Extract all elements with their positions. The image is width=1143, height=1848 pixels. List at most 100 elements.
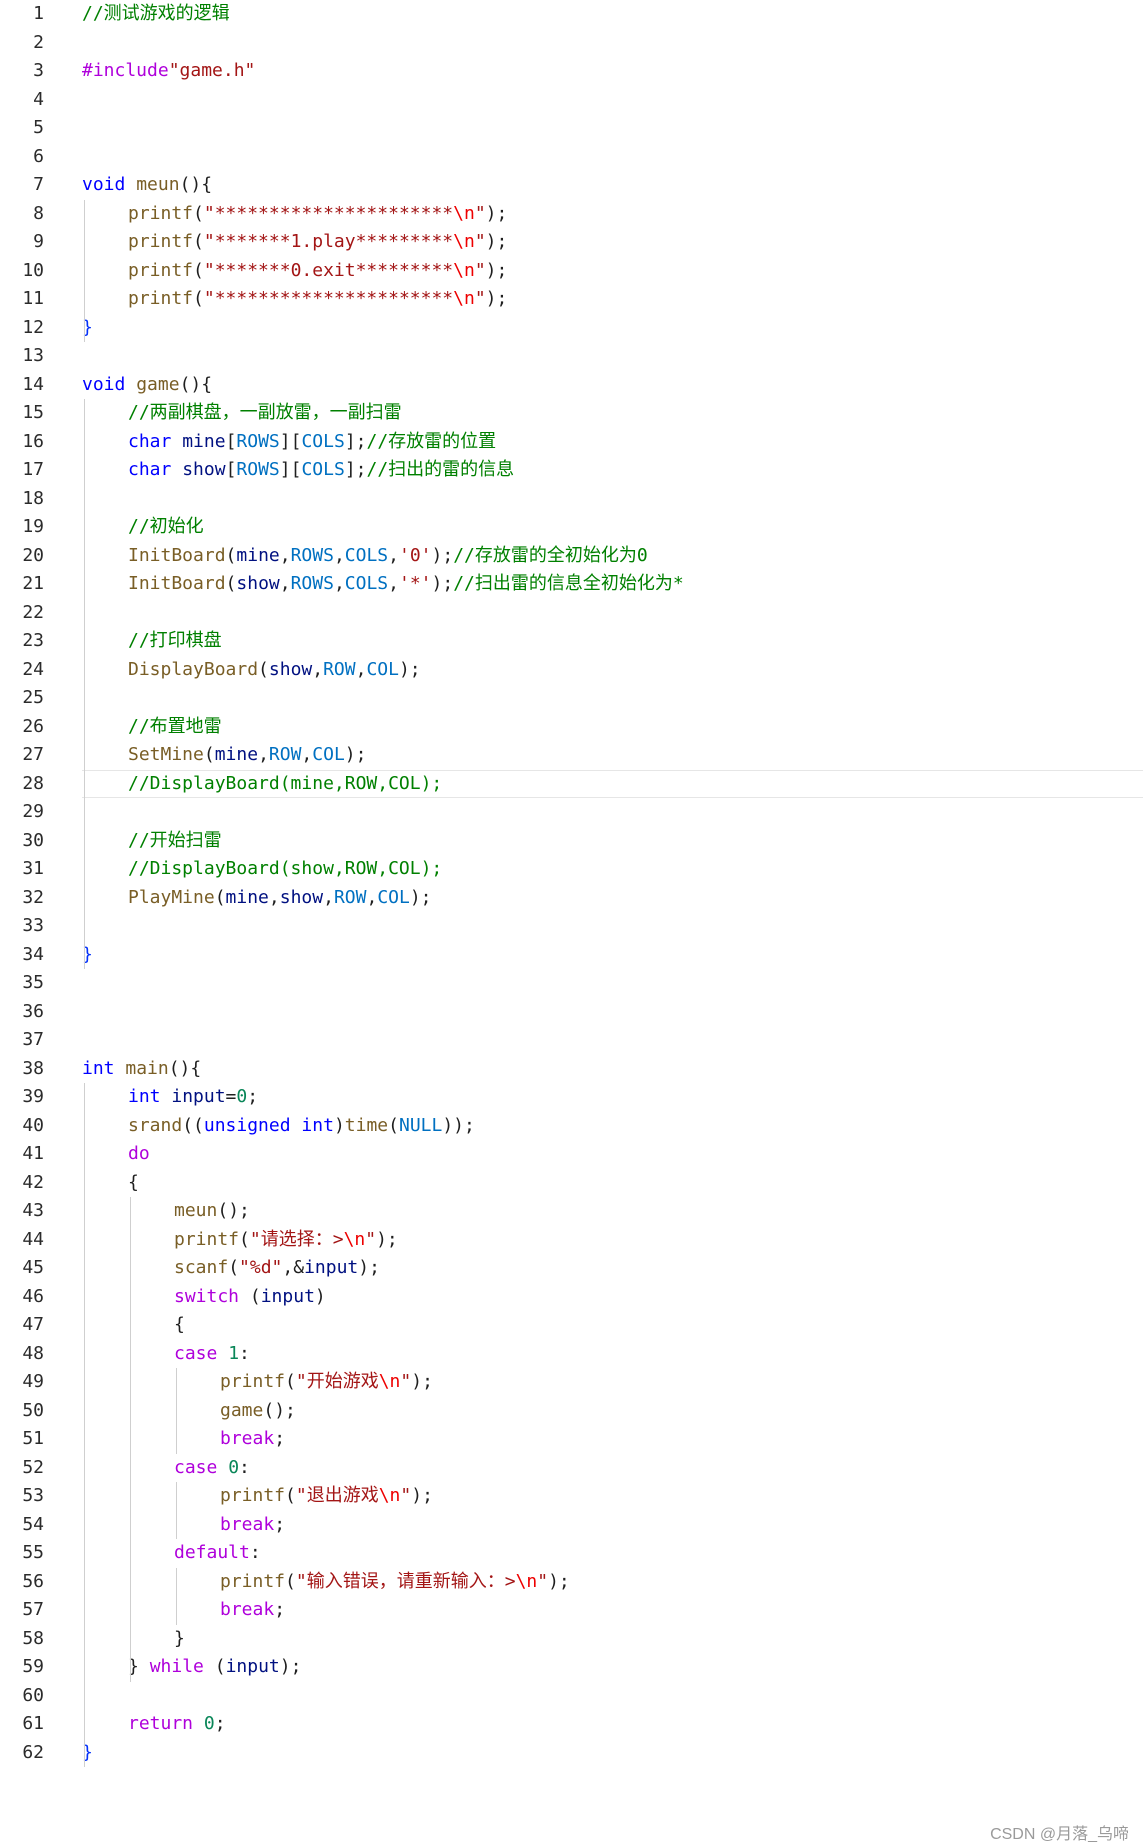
code-line[interactable]: 45 scanf("%d",&input); bbox=[0, 1254, 1143, 1282]
code-token: " bbox=[474, 259, 486, 281]
code-line[interactable]: 6 bbox=[0, 143, 1143, 171]
code-text: case 1: bbox=[174, 1340, 250, 1368]
code-line[interactable]: 10 printf("*******0.exit*********\n"); bbox=[0, 257, 1143, 285]
code-line[interactable]: 17 char show[ROWS][COLS];//扫出的雷的信息 bbox=[0, 456, 1143, 484]
code-line[interactable]: 60 bbox=[0, 1682, 1143, 1710]
code-line[interactable]: 24 DisplayBoard(show,ROW,COL); bbox=[0, 656, 1143, 684]
code-line[interactable]: 55 default: bbox=[0, 1539, 1143, 1567]
code-line[interactable]: 47 { bbox=[0, 1311, 1143, 1339]
code-line[interactable]: 32 PlayMine(mine,show,ROW,COL); bbox=[0, 884, 1143, 912]
code-line[interactable]: 48 case 1: bbox=[0, 1340, 1143, 1368]
code-line[interactable]: 50 game(); bbox=[0, 1397, 1143, 1425]
code-line[interactable]: 58} bbox=[0, 1625, 1143, 1653]
code-text: //布置地雷 bbox=[128, 713, 222, 741]
code-editor[interactable]: 1//测试游戏的逻辑 2 3 #include"game.h" 4 5 6 7 void meu… bbox=[0, 0, 1143, 1848]
code-token: //测试游戏的逻辑 bbox=[82, 3, 230, 24]
code-line[interactable]: 26 //布置地雷 bbox=[0, 713, 1143, 741]
code-line[interactable]: 37 bbox=[0, 1026, 1143, 1054]
code-token: COL bbox=[312, 744, 345, 765]
code-line[interactable]: 15 //两副棋盘，一副放雷，一副扫雷 bbox=[0, 399, 1143, 427]
code-line[interactable]: 18 bbox=[0, 485, 1143, 513]
code-token: " bbox=[400, 1485, 412, 1506]
code-token: meun bbox=[174, 1200, 218, 1221]
code-token: ( bbox=[228, 1257, 240, 1278]
code-line[interactable]: 56 printf("输入错误，请重新输入：>\n"); bbox=[0, 1568, 1143, 1596]
code-line[interactable]: 46 switch (input) bbox=[0, 1283, 1143, 1311]
code-line[interactable]: 39 int input=0; bbox=[0, 1083, 1143, 1111]
code-line[interactable]: 57 break; bbox=[0, 1596, 1143, 1624]
line-number: 8 bbox=[33, 202, 44, 224]
code-line[interactable]: 22 bbox=[0, 599, 1143, 627]
code-line[interactable]: 14 void game(){ bbox=[0, 371, 1143, 399]
code-line[interactable]: 2 bbox=[0, 29, 1143, 57]
code-line[interactable]: 28 //DisplayBoard(mine,ROW,COL); bbox=[0, 769, 1143, 798]
code-token: COLS bbox=[344, 573, 389, 594]
code-line[interactable]: 12} bbox=[0, 314, 1143, 342]
indent-guide bbox=[84, 1083, 85, 1767]
code-line[interactable]: 25 bbox=[0, 684, 1143, 712]
code-line[interactable]: 52 case 0: bbox=[0, 1454, 1143, 1482]
code-token: //打印棋盘 bbox=[128, 630, 222, 651]
code-line[interactable]: 9 printf("*******1.play*********\n"); bbox=[0, 228, 1143, 256]
code-line[interactable]: 29 bbox=[0, 798, 1143, 826]
code-line[interactable]: 13 bbox=[0, 342, 1143, 370]
code-token: ); bbox=[431, 544, 454, 566]
code-line[interactable]: 54 break; bbox=[0, 1511, 1143, 1539]
line-number: 23 bbox=[22, 630, 44, 651]
code-line[interactable]: 40 srand((unsigned int)time(NULL)); bbox=[0, 1112, 1143, 1140]
code-token: ; bbox=[274, 1599, 286, 1620]
code-token: ROWS bbox=[290, 573, 334, 594]
code-line[interactable]: 49 printf("开始游戏\n"); bbox=[0, 1368, 1143, 1396]
code-line[interactable]: 31 //DisplayBoard(show,ROW,COL); bbox=[0, 855, 1143, 883]
code-line[interactable]: 27 SetMine(mine,ROW,COL); bbox=[0, 741, 1143, 769]
code-line[interactable]: 53 printf("退出游戏\n"); bbox=[0, 1482, 1143, 1510]
code-line[interactable]: 62} bbox=[0, 1739, 1143, 1767]
code-token: \n bbox=[453, 231, 475, 252]
code-line[interactable]: 7 void meun(){ bbox=[0, 171, 1143, 199]
code-token: NULL bbox=[398, 1114, 443, 1136]
code-line[interactable]: 3 #include"game.h" bbox=[0, 57, 1143, 85]
line-number: 42 bbox=[22, 1171, 44, 1193]
code-token: "*******1.play********* bbox=[203, 231, 454, 252]
code-line[interactable]: 61 return 0; bbox=[0, 1710, 1143, 1738]
code-line[interactable]: 59} while (input); bbox=[0, 1653, 1143, 1681]
code-token: switch bbox=[174, 1285, 240, 1307]
code-token: ROWS bbox=[236, 430, 280, 452]
code-line[interactable]: 51 break; bbox=[0, 1425, 1143, 1453]
code-token: " bbox=[400, 1371, 412, 1392]
code-line[interactable]: 44 printf("请选择：>\n"); bbox=[0, 1226, 1143, 1254]
code-line[interactable]: 23 //打印棋盘 bbox=[0, 627, 1143, 655]
code-token: , bbox=[388, 544, 399, 566]
code-line[interactable]: 30 //开始扫雷 bbox=[0, 827, 1143, 855]
code-line[interactable]: 4 bbox=[0, 86, 1143, 114]
code-line[interactable]: 16 char mine[ROWS][COLS];//存放雷的位置 bbox=[0, 428, 1143, 456]
code-token: \n bbox=[343, 1228, 366, 1250]
code-token: //DisplayBoard(mine,ROW,COL); bbox=[128, 772, 443, 794]
code-token: ); bbox=[409, 886, 432, 908]
code-line[interactable]: 33 bbox=[0, 912, 1143, 940]
code-line[interactable]: 5 bbox=[0, 114, 1143, 142]
code-line[interactable]: 38 int main(){ bbox=[0, 1055, 1143, 1083]
code-text: { bbox=[174, 1311, 185, 1339]
code-token: ; bbox=[274, 1428, 286, 1449]
code-token: main bbox=[125, 1057, 169, 1079]
code-line[interactable]: 19 //初始化 bbox=[0, 513, 1143, 541]
code-line[interactable]: 11 printf("**********************\n"); bbox=[0, 285, 1143, 313]
code-line[interactable]: 35 bbox=[0, 969, 1143, 997]
code-line[interactable]: 8 printf("**********************\n"); bbox=[0, 200, 1143, 228]
code-line[interactable]: 43 meun(); bbox=[0, 1197, 1143, 1225]
code-line[interactable]: 20 InitBoard(mine,ROWS,COLS,'0');//存放雷的全初… bbox=[0, 542, 1143, 570]
code-token: )); bbox=[442, 1114, 475, 1136]
code-line[interactable]: 34} bbox=[0, 941, 1143, 969]
code-line[interactable]: 36 bbox=[0, 998, 1143, 1026]
code-token: ( bbox=[285, 1485, 296, 1506]
code-token: //DisplayBoard(show,ROW,COL); bbox=[128, 858, 443, 879]
code-line[interactable]: 42 { bbox=[0, 1169, 1143, 1197]
code-token: ); bbox=[398, 658, 421, 680]
line-number: 2 bbox=[33, 31, 44, 53]
code-line[interactable]: 1 //测试游戏的逻辑 bbox=[0, 0, 1143, 28]
code-line[interactable]: 21 InitBoard(show,ROWS,COLS,'*');//扫出雷的信息… bbox=[0, 570, 1143, 598]
code-token: \n bbox=[453, 202, 475, 224]
code-line[interactable]: 41 do bbox=[0, 1140, 1143, 1168]
